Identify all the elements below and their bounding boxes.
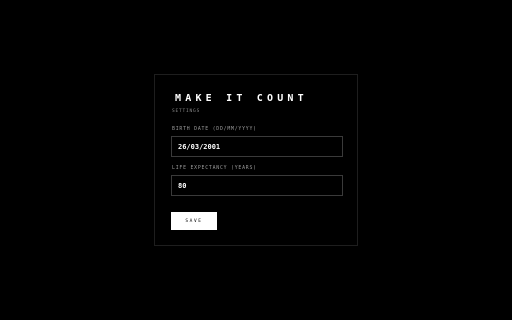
settings-panel: MAKE IT COUNT SETTINGS BIRTH DATE (DD/MM… [154, 74, 358, 246]
page-subtitle: SETTINGS [172, 109, 201, 114]
life-expectancy-label: LIFE EXPECTANCY (YEARS) [172, 166, 257, 171]
life-expectancy-input[interactable] [171, 175, 343, 196]
save-button[interactable]: SAVE [171, 212, 217, 230]
birth-date-label: BIRTH DATE (DD/MM/YYYY) [172, 127, 257, 132]
app-title: MAKE IT COUNT [175, 93, 308, 104]
birth-date-input[interactable] [171, 136, 343, 157]
